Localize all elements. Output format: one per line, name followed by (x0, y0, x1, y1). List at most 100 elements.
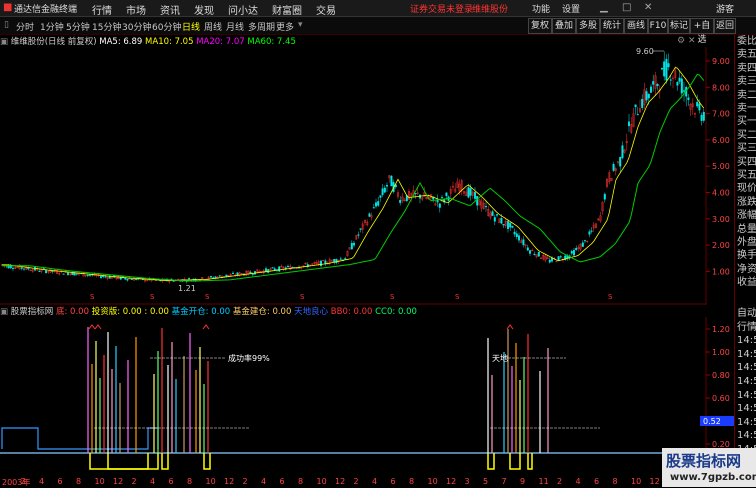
add-watchlist-button[interactable]: +自选 (690, 18, 714, 45)
candle-body (357, 234, 360, 236)
candle-body (559, 256, 562, 258)
price-axis: 9.00 8.00 7.00 6.00 5.00 4.00 3.00 2.00 1.00 (706, 57, 730, 276)
candle-body (86, 274, 89, 276)
draw-line-button[interactable]: 画线 (624, 18, 648, 34)
candle-body (665, 58, 668, 81)
panel-icon-2: ▣ (0, 307, 9, 317)
menu-item-market[interactable]: 市场 (126, 2, 146, 17)
candle-body (645, 91, 648, 101)
tab-daily[interactable]: 日线 (182, 20, 200, 33)
ma60-line (2, 73, 705, 282)
mark-button[interactable]: 标记 (668, 18, 690, 34)
menu-item-quotes[interactable]: 行情 (92, 2, 112, 17)
menu-item-ask[interactable]: 问小达 (228, 2, 258, 17)
close-panel-icon[interactable]: ✕ (688, 36, 696, 46)
close-icon[interactable]: ✕ (644, 2, 652, 13)
login-notice[interactable]: 证券交易未登录 (410, 2, 473, 15)
candle-body (548, 259, 551, 263)
indicator-axis: 1.201.000.800.600.400.20 (706, 325, 730, 449)
guest-button[interactable]: 游客 (716, 2, 734, 15)
candle-body (45, 270, 48, 274)
candle-body (187, 278, 190, 280)
candle-body (700, 114, 703, 121)
tick-panel-label: 14:5 (737, 348, 756, 360)
candle-body (669, 79, 672, 81)
candle-body (108, 276, 111, 279)
candle-body (23, 268, 26, 270)
chart-title: 维维股份(日线 前复权) (10, 37, 97, 47)
legend-fund-open-value: 0.00 (211, 307, 231, 317)
candle-body (214, 276, 217, 278)
candle-body (11, 267, 14, 269)
legend-bb0-value: 0.00 (353, 307, 373, 317)
tab-15min[interactable]: 15分钟 (92, 20, 121, 33)
candle-body (271, 267, 274, 269)
stats-button[interactable]: 统计 (600, 18, 624, 34)
candle-body (522, 239, 525, 245)
settings-small-icon[interactable]: ⚙ (677, 36, 685, 46)
tab-multi-period[interactable]: 多周期 (248, 20, 275, 33)
indicator-legend: ▣ 股票指标网 底: 0.00 投资版: 0.00 : 0.00 基金开仓: 0… (0, 307, 417, 317)
side-panel-label: 委比 (737, 36, 756, 47)
candle-body (467, 187, 470, 198)
candle-body (225, 274, 228, 277)
candle-body (375, 202, 378, 207)
candle-body (513, 231, 516, 235)
watermark-logo: 股票指标网 www.7gpzb.com (662, 448, 756, 487)
menu-item-wealth[interactable]: 财富圈 (272, 2, 302, 17)
minimize-icon[interactable]: ▁ (600, 2, 608, 13)
date-axis-label: 12 (113, 477, 124, 486)
menu-item-trade[interactable]: 交易 (316, 2, 336, 17)
candlestick-chart[interactable]: 9.00 8.00 7.00 6.00 5.00 4.00 3.00 2.00 1.00 9.6… (0, 47, 734, 305)
date-axis-label: 12 (224, 477, 235, 486)
adjust-button[interactable]: 复权 (528, 18, 552, 34)
maximize-icon[interactable]: □ (622, 2, 631, 13)
tab-intraday[interactable]: 分时 (16, 20, 34, 33)
candle-body (509, 222, 512, 228)
settings-button[interactable]: 设置 (562, 2, 580, 15)
candle-body (511, 225, 514, 228)
candle-body (379, 195, 382, 198)
signal-marker: S (150, 293, 155, 301)
tab-monthly[interactable]: 月线 (226, 20, 244, 33)
tab-5min[interactable]: 5分钟 (66, 20, 90, 33)
tab-more[interactable]: 更多 (276, 20, 294, 33)
legend-cc0-value: 0.00 (397, 307, 417, 317)
yellow-signal-box (89, 453, 149, 470)
tab-1min[interactable]: 1分钟 (40, 20, 64, 33)
tab-weekly[interactable]: 周线 (204, 20, 222, 33)
price-tick-label: 9.00 (712, 57, 730, 66)
candle-body (73, 272, 76, 276)
side-panel-label: 总量 (737, 223, 756, 235)
ma60-value: MA60: 7.45 (247, 37, 296, 47)
side-panel-label: 卖四 (737, 62, 756, 74)
indicator-chart[interactable]: 1.201.000.800.600.400.20 0.52 成功率99% 天地 (0, 317, 734, 477)
f10-button[interactable]: F10 (648, 18, 668, 34)
function-button[interactable]: 功能 (532, 2, 550, 15)
candle-body (51, 270, 54, 272)
tab-icon: ▯ (4, 20, 9, 30)
watermark-title: 股票指标网 (666, 452, 742, 470)
ma10-line (2, 67, 705, 281)
candle-body (573, 250, 576, 256)
tab-60min[interactable]: 60分钟 (152, 20, 181, 33)
tick-panel-label: 14:5 (737, 335, 756, 347)
candle-body (344, 258, 347, 260)
indicator-name[interactable]: 股票指标网 (11, 307, 54, 317)
multi-stock-button[interactable]: 多股 (576, 18, 600, 34)
stock-badge: 维维股份 (472, 5, 509, 15)
tab-30min[interactable]: 30分钟 (122, 20, 151, 33)
back-button[interactable]: 返回 (714, 18, 736, 34)
quote-side-panel: 委比 卖五 卖四 卖三 卖二 卖一 买一 买二 买三 买四 买五 现价 涨跌 涨幅 总量 外盘 换手 净资 收益 (734, 35, 756, 305)
chevron-down-icon[interactable]: ▾ (298, 20, 303, 30)
candle-body (414, 193, 417, 195)
overlay-button[interactable]: 叠加 (552, 18, 576, 34)
date-axis-label: 6 (390, 477, 396, 486)
menu-item-discover[interactable]: 发现 (194, 2, 214, 17)
candle-body (507, 221, 510, 229)
yellow-signal-box (527, 453, 533, 470)
menu-item-news[interactable]: 资讯 (160, 2, 180, 17)
date-axis-label: 2 (20, 477, 26, 486)
candle-body (575, 248, 578, 251)
date-axis-label: 6 (57, 477, 63, 486)
